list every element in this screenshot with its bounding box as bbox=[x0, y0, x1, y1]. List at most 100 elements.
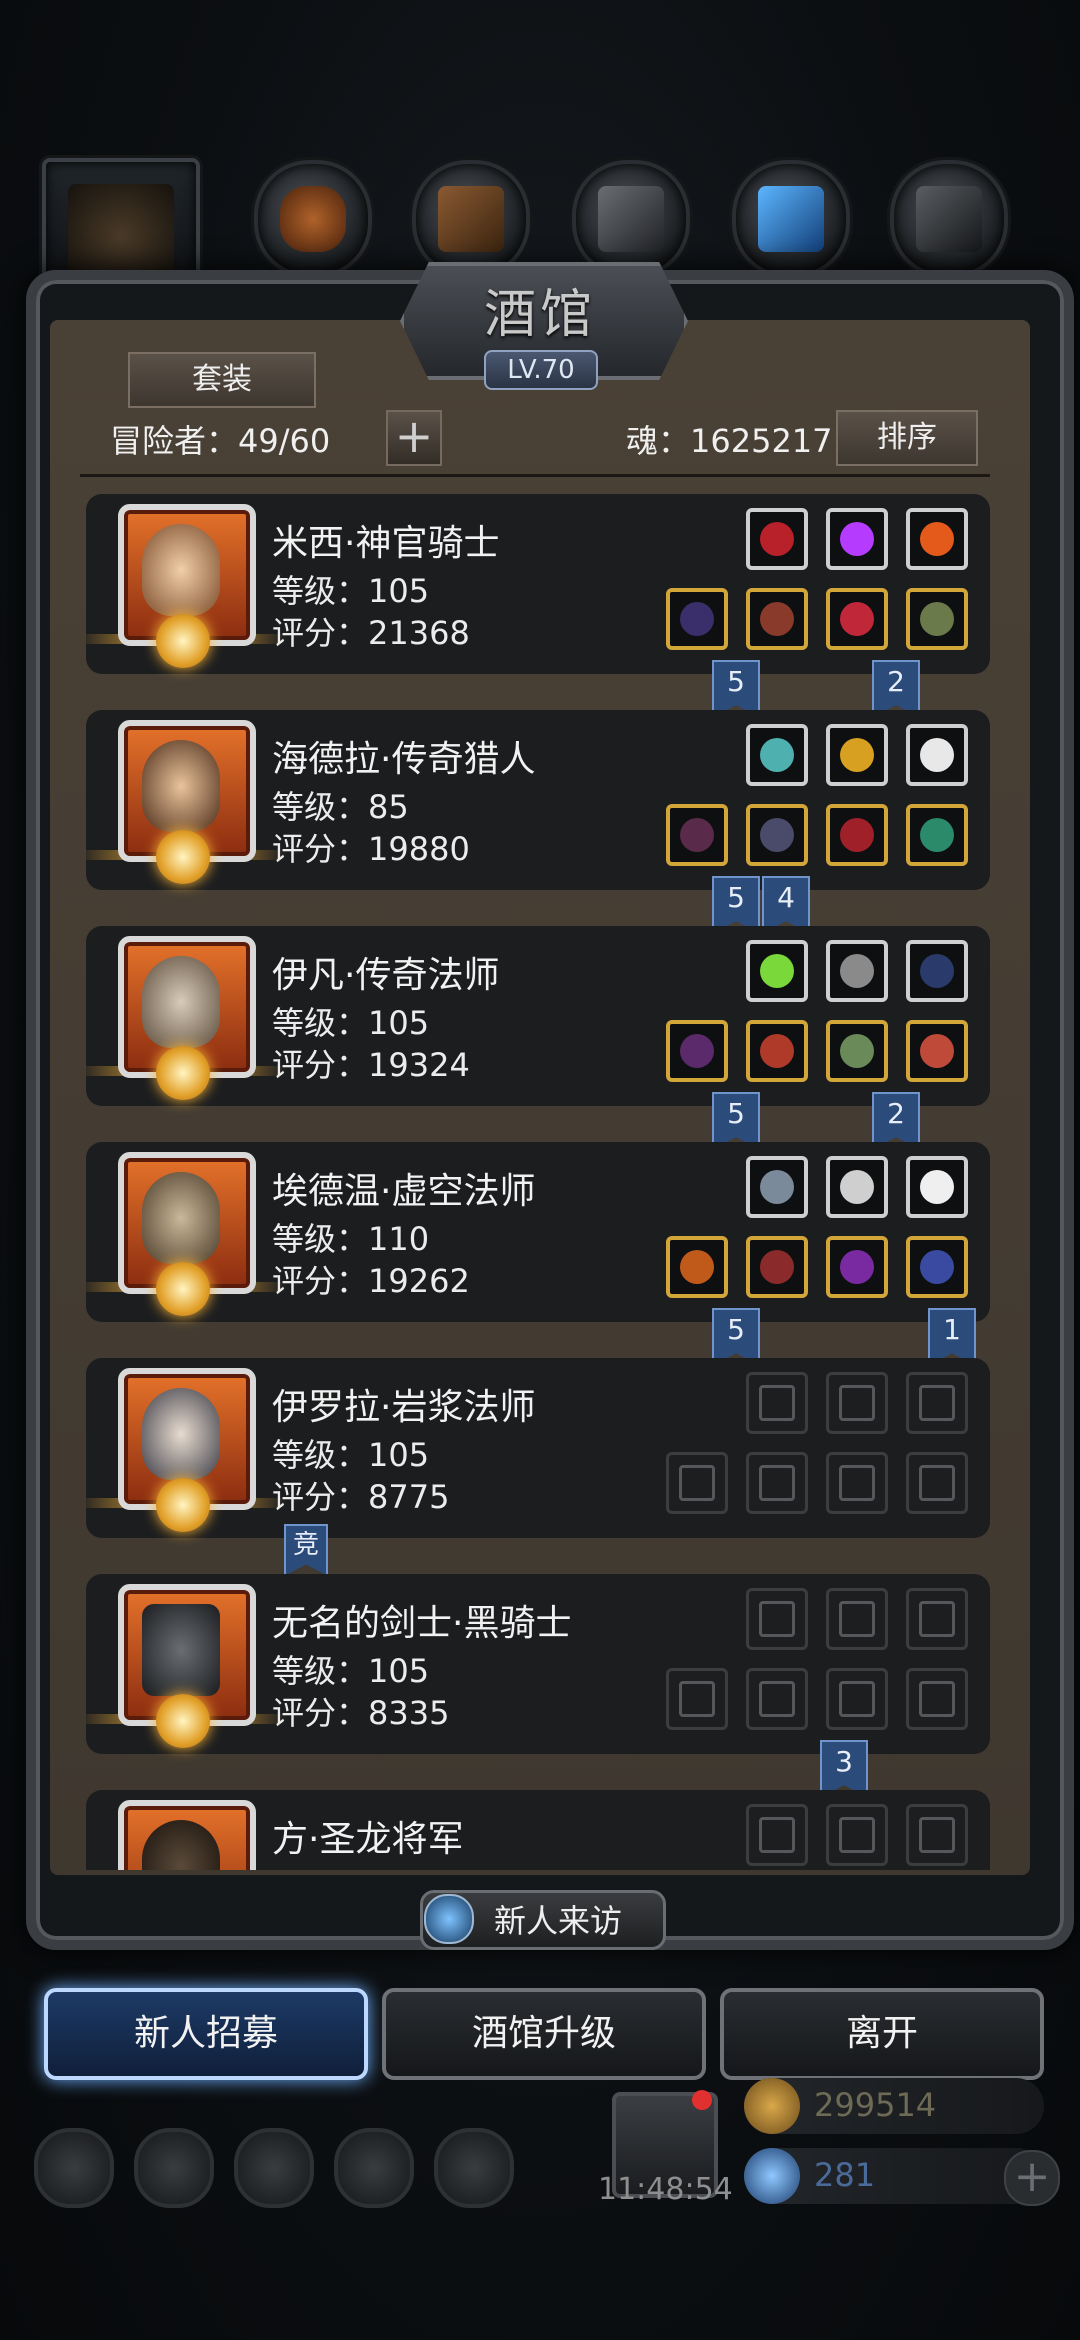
tab-metal[interactable] bbox=[572, 160, 690, 278]
armor-slot-icon[interactable] bbox=[746, 1020, 808, 1082]
empty-ring-slot-icon[interactable] bbox=[826, 1452, 888, 1514]
mail-icon[interactable] bbox=[334, 2128, 414, 2208]
hero-level: 等级：105 bbox=[272, 1652, 430, 1690]
weapon-slot-icon[interactable] bbox=[666, 1236, 728, 1298]
hero-name: 伊凡·传奇法师 bbox=[272, 955, 500, 996]
ring-slot-icon[interactable] bbox=[906, 804, 968, 866]
empty-weapon-slot-icon[interactable] bbox=[666, 1452, 728, 1514]
empty-slot-icon[interactable] bbox=[746, 1372, 808, 1434]
shield-icon[interactable] bbox=[434, 2128, 514, 2208]
hero-score: 评分：19880 bbox=[272, 830, 470, 868]
armor-slot-icon[interactable] bbox=[746, 804, 808, 866]
empty-slot-icon[interactable] bbox=[746, 1588, 808, 1650]
soul-counter: 魂：1625217 bbox=[626, 422, 833, 460]
empty-armor-slot-icon[interactable] bbox=[746, 1452, 808, 1514]
hero-score: 评分：8775 bbox=[272, 1478, 450, 1516]
orb-slot-icon[interactable] bbox=[746, 724, 808, 786]
amulet-slot-icon[interactable] bbox=[826, 1236, 888, 1298]
leave-button[interactable]: 离开 bbox=[720, 1988, 1044, 2080]
recruit-button[interactable]: 新人招募 bbox=[44, 1988, 368, 2080]
empty-ring-slot-icon[interactable] bbox=[906, 1668, 968, 1730]
empty-slot-icon[interactable] bbox=[746, 1804, 808, 1866]
rank-medal-icon bbox=[156, 1478, 210, 1532]
ring-slot-icon[interactable] bbox=[906, 1020, 968, 1082]
hero-card[interactable]: 方·圣龙将军 bbox=[86, 1790, 990, 1870]
wand-slot-icon[interactable] bbox=[906, 940, 968, 1002]
hero-card[interactable]: 无名的剑士·黑骑士 等级：105 评分：8335 bbox=[86, 1574, 990, 1754]
sort-button[interactable]: 排序 bbox=[836, 410, 978, 466]
rank-medal-icon bbox=[156, 614, 210, 668]
lantern-slot-icon[interactable] bbox=[826, 724, 888, 786]
add-currency-button[interactable]: + bbox=[1004, 2150, 1060, 2206]
ring-slot-icon[interactable] bbox=[906, 1236, 968, 1298]
arena-badge: 竞 bbox=[284, 1524, 328, 1576]
empty-slot-icon[interactable] bbox=[826, 1372, 888, 1434]
rank-medal-icon bbox=[156, 1046, 210, 1100]
amulet-slot-icon[interactable] bbox=[826, 588, 888, 650]
upgrade-tavern-button[interactable]: 酒馆升级 bbox=[382, 1988, 706, 2080]
empty-slot-icon[interactable] bbox=[906, 1804, 968, 1866]
amulet-slot-icon[interactable] bbox=[826, 1020, 888, 1082]
tab-pouch[interactable] bbox=[254, 160, 372, 278]
gem-slot-icon[interactable] bbox=[826, 508, 888, 570]
hero-score: 评分：8335 bbox=[272, 1694, 450, 1732]
crystal-slot-icon[interactable] bbox=[746, 940, 808, 1002]
tab-crystal[interactable] bbox=[732, 160, 850, 278]
stone-slot-icon[interactable] bbox=[746, 1156, 808, 1218]
rune-slot-icon[interactable] bbox=[746, 508, 808, 570]
ring-slot-icon[interactable] bbox=[906, 588, 968, 650]
empty-slot-icon[interactable] bbox=[906, 1588, 968, 1650]
emblem-slot-icon[interactable] bbox=[826, 940, 888, 1002]
hero-score: 评分：21368 bbox=[272, 614, 470, 652]
armor-slot-icon[interactable] bbox=[746, 588, 808, 650]
bone-slot-icon[interactable] bbox=[826, 1156, 888, 1218]
empty-ring-slot-icon[interactable] bbox=[906, 1452, 968, 1514]
empty-ring-slot-icon[interactable] bbox=[826, 1668, 888, 1730]
empty-slot-icon[interactable] bbox=[906, 1372, 968, 1434]
hero-level: 等级：110 bbox=[272, 1220, 430, 1258]
expand-capacity-button[interactable]: + bbox=[386, 410, 442, 466]
hero-name: 无名的剑士·黑骑士 bbox=[272, 1603, 572, 1644]
castle-icon[interactable] bbox=[234, 2128, 314, 2208]
hero-portrait bbox=[118, 1800, 256, 1870]
shell-slot-icon[interactable] bbox=[906, 1156, 968, 1218]
leaf-slot-icon[interactable] bbox=[906, 508, 968, 570]
hero-list[interactable]: 米西·神官骑士 等级：105 评分：21368 5 2 海德拉·传奇猎人 等级：… bbox=[86, 490, 990, 1870]
hero-name: 海德拉·传奇猎人 bbox=[272, 739, 536, 780]
hero-card[interactable]: 伊罗拉·岩浆法师 等级：105 评分：8775 bbox=[86, 1358, 990, 1538]
armor-slot-icon[interactable] bbox=[746, 1236, 808, 1298]
clock: 11:48:54 bbox=[598, 2172, 733, 2207]
empty-weapon-slot-icon[interactable] bbox=[666, 1668, 728, 1730]
weapon-slot-icon[interactable] bbox=[666, 804, 728, 866]
tab-ore[interactable] bbox=[890, 160, 1008, 278]
hero-name: 埃德温·虚空法师 bbox=[272, 1171, 536, 1212]
divider bbox=[80, 474, 990, 477]
hero-score: 评分：19324 bbox=[272, 1046, 470, 1084]
empty-slot-icon[interactable] bbox=[826, 1804, 888, 1866]
hero-name: 方·圣龙将军 bbox=[272, 1819, 464, 1860]
amulet-slot-icon[interactable] bbox=[826, 804, 888, 866]
empty-armor-slot-icon[interactable] bbox=[746, 1668, 808, 1730]
tab-leather[interactable] bbox=[412, 160, 530, 278]
hero-card[interactable]: 海德拉·传奇猎人 等级：85 评分：19880 bbox=[86, 710, 990, 890]
feather-slot-icon[interactable] bbox=[906, 724, 968, 786]
gear-icon[interactable] bbox=[34, 2128, 114, 2208]
hero-card[interactable]: 米西·神官骑士 等级：105 评分：21368 bbox=[86, 494, 990, 674]
tavern-level-badge: LV.70 bbox=[484, 350, 598, 390]
weapon-slot-icon[interactable] bbox=[666, 588, 728, 650]
hero-level: 等级：105 bbox=[272, 572, 430, 610]
gold-amount: 299514 bbox=[814, 2086, 937, 2124]
set-button[interactable]: 套装 bbox=[128, 352, 316, 408]
gold-bar: 299514 bbox=[744, 2078, 1044, 2134]
empty-slot-icon[interactable] bbox=[826, 1588, 888, 1650]
gold-coin-icon bbox=[744, 2078, 800, 2134]
star-emblem-icon[interactable] bbox=[134, 2128, 214, 2208]
gem-amount: 281 bbox=[814, 2156, 876, 2194]
hero-card[interactable]: 埃德温·虚空法师 等级：110 评分：19262 bbox=[86, 1142, 990, 1322]
new-visitor-label: 新人来访 bbox=[494, 1902, 623, 1940]
hero-card[interactable]: 伊凡·传奇法师 等级：105 评分：19324 bbox=[86, 926, 990, 1106]
gem-icon bbox=[744, 2148, 800, 2204]
rank-medal-icon bbox=[156, 1262, 210, 1316]
weapon-slot-icon[interactable] bbox=[666, 1020, 728, 1082]
rank-medal-icon bbox=[156, 1694, 210, 1748]
